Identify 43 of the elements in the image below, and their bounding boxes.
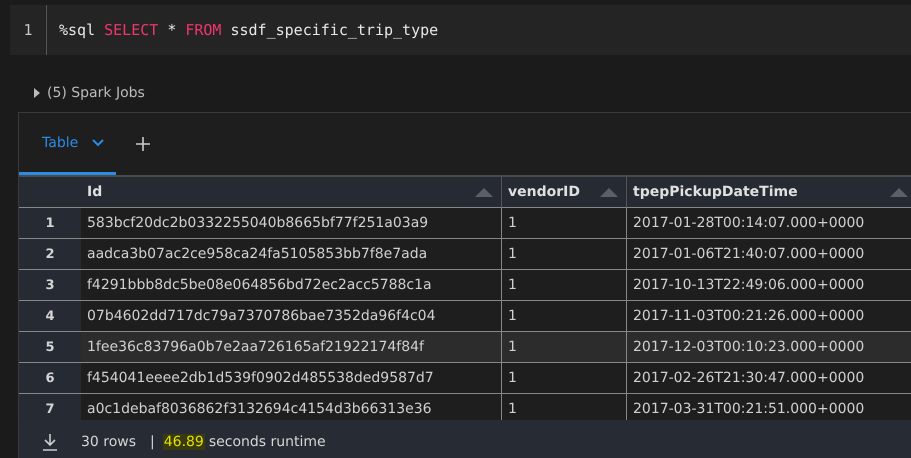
code-cell[interactable]: 1 %sql SELECT * FROM ssdf_specific_trip_type bbox=[10, 5, 911, 55]
row-number: 5 bbox=[19, 332, 81, 363]
line-number: 1 bbox=[10, 5, 47, 55]
expand-triangle-icon[interactable] bbox=[34, 88, 40, 98]
row-number: 2 bbox=[19, 239, 81, 270]
table-cell: 2017-12-03T00:10:23.000+0000 bbox=[627, 332, 911, 363]
row-number: 4 bbox=[19, 301, 81, 332]
column-header[interactable]: vendorID bbox=[502, 177, 627, 208]
table-cell: 1 bbox=[502, 332, 627, 363]
runtime-label: seconds runtime bbox=[208, 434, 326, 450]
spark-jobs-toggle[interactable]: (5) Spark Jobs bbox=[47, 85, 145, 101]
column-header[interactable]: Id bbox=[81, 177, 502, 208]
row-number: 1 bbox=[19, 208, 81, 239]
column-header[interactable]: tpepPickupDateTime bbox=[627, 177, 911, 208]
table-cell: 1fee36c83796a0b7e2aa726165af21922174f84f bbox=[81, 332, 502, 363]
row-number: 6 bbox=[19, 363, 81, 394]
column-title: vendorID bbox=[508, 184, 580, 200]
code-token: %sql bbox=[59, 21, 96, 39]
plus-icon[interactable] bbox=[136, 137, 150, 151]
table-cell: 1 bbox=[502, 239, 627, 270]
table-cell: f4291bbb8dc5be08e064856bd72ec2acc5788c1a bbox=[81, 270, 502, 301]
table-cell: f454041eeee2db1d539f0902d485538ded9587d7 bbox=[81, 363, 502, 394]
code-token: FROM bbox=[185, 21, 222, 39]
table-cell: 07b4602dd717dc79a7370786bae7352da96f4c04 bbox=[81, 301, 502, 332]
table-cell: 1 bbox=[502, 208, 627, 239]
column-title: Id bbox=[87, 184, 102, 200]
table-cell: 1 bbox=[502, 363, 627, 394]
row-number: 7 bbox=[19, 394, 81, 420]
download-icon[interactable] bbox=[41, 432, 59, 450]
table-cell: 583bcf20dc2b0332255040b8665bf77f251a03a9 bbox=[81, 208, 502, 239]
row-count: 30 rows bbox=[81, 434, 136, 450]
runtime-value: 46.89 bbox=[162, 434, 205, 450]
table-cell: 1 bbox=[502, 270, 627, 301]
separator-text: | bbox=[150, 434, 155, 450]
header-corner-cell bbox=[19, 177, 81, 208]
code-token: SELECT bbox=[104, 21, 158, 39]
code-token: ssdf_specific_trip_type bbox=[230, 21, 438, 39]
table-cell: aadca3b07ac2ce958ca24fa5105853bb7f8e7ada bbox=[81, 239, 502, 270]
column-title: tpepPickupDateTime bbox=[633, 184, 798, 200]
chevron-down-icon[interactable] bbox=[92, 138, 104, 146]
table-cell: 1 bbox=[502, 301, 627, 332]
code-token: * bbox=[167, 21, 176, 39]
row-number: 3 bbox=[19, 270, 81, 301]
